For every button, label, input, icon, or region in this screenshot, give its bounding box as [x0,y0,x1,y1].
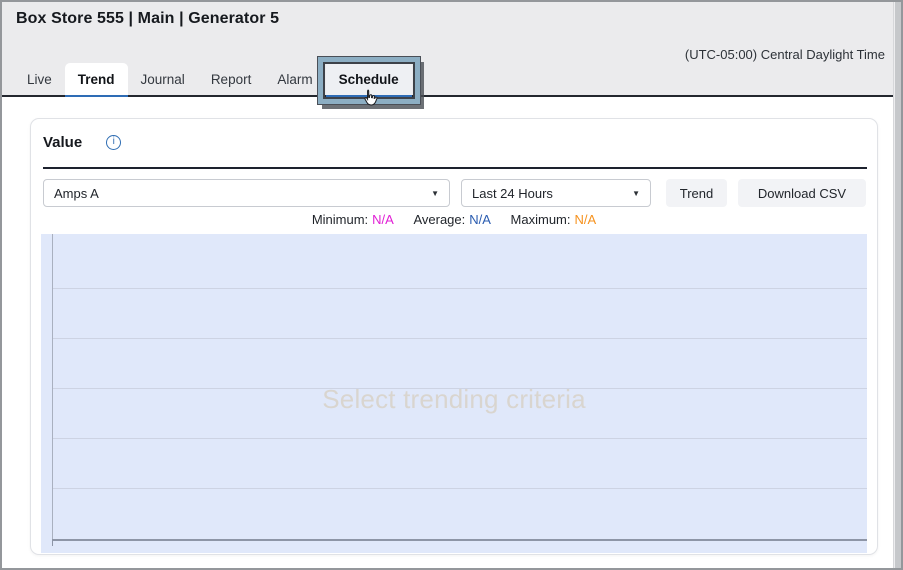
metric-select[interactable]: Amps A ▼ [43,179,450,207]
tab-bar: Live Trend Journal Report Alarm Schedule [14,63,412,97]
trend-button[interactable]: Trend [666,179,727,207]
main-content: Value i Amps A ▼ Last 24 Hours ▼ Trend D… [2,99,901,568]
gridline [52,488,867,489]
chevron-down-icon: ▼ [431,189,439,198]
tab-live[interactable]: Live [14,63,65,97]
stat-average-label: Average: [413,212,465,227]
gridline [52,438,867,439]
stat-minimum: Minimum: N/A [312,212,394,227]
download-csv-button[interactable]: Download CSV [738,179,866,207]
info-icon[interactable]: i [106,135,121,150]
cursor-icon [360,88,379,112]
gridline [52,288,867,289]
panel-heading: Value i [43,134,121,151]
chevron-down-icon: ▼ [632,189,640,198]
scrollbar-thumb[interactable] [895,2,901,568]
value-panel: Value i Amps A ▼ Last 24 Hours ▼ Trend D… [30,118,878,555]
stat-average-value: N/A [469,212,491,227]
panel-title: Value [43,134,82,151]
x-axis [52,539,867,541]
stat-average: Average: N/A [413,212,490,227]
tab-schedule-label: Schedule [339,72,399,87]
stat-minimum-value: N/A [372,212,394,227]
stat-minimum-label: Minimum: [312,212,368,227]
metric-select-value: Amps A [54,186,99,201]
stat-maximum-label: Maximum: [511,212,571,227]
gridline [52,338,867,339]
time-range-select-value: Last 24 Hours [472,186,553,201]
tab-schedule[interactable]: Schedule [326,63,412,97]
stat-maximum: Maximum: N/A [511,212,597,227]
heading-divider [43,167,867,169]
tab-journal[interactable]: Journal [128,63,198,97]
x-axis-tick [52,541,53,546]
chart-placeholder-text: Select trending criteria [41,384,867,415]
tab-alarm[interactable]: Alarm [264,63,325,97]
header: Box Store 555 | Main | Generator 5 (UTC-… [2,2,901,97]
time-range-select[interactable]: Last 24 Hours ▼ [461,179,651,207]
tab-report[interactable]: Report [198,63,265,97]
trend-chart: Select trending criteria [41,234,867,553]
vertical-scrollbar[interactable] [893,2,901,568]
page-title: Box Store 555 | Main | Generator 5 [16,10,279,28]
stats-row: Minimum: N/A Average: N/A Maximum: N/A [31,212,877,227]
timezone-label: (UTC-05:00) Central Daylight Time [685,47,885,62]
tab-trend[interactable]: Trend [65,63,128,97]
trend-controls: Amps A ▼ Last 24 Hours ▼ Trend Download … [43,179,866,207]
stat-maximum-value: N/A [575,212,597,227]
app-window: Box Store 555 | Main | Generator 5 (UTC-… [0,0,903,570]
